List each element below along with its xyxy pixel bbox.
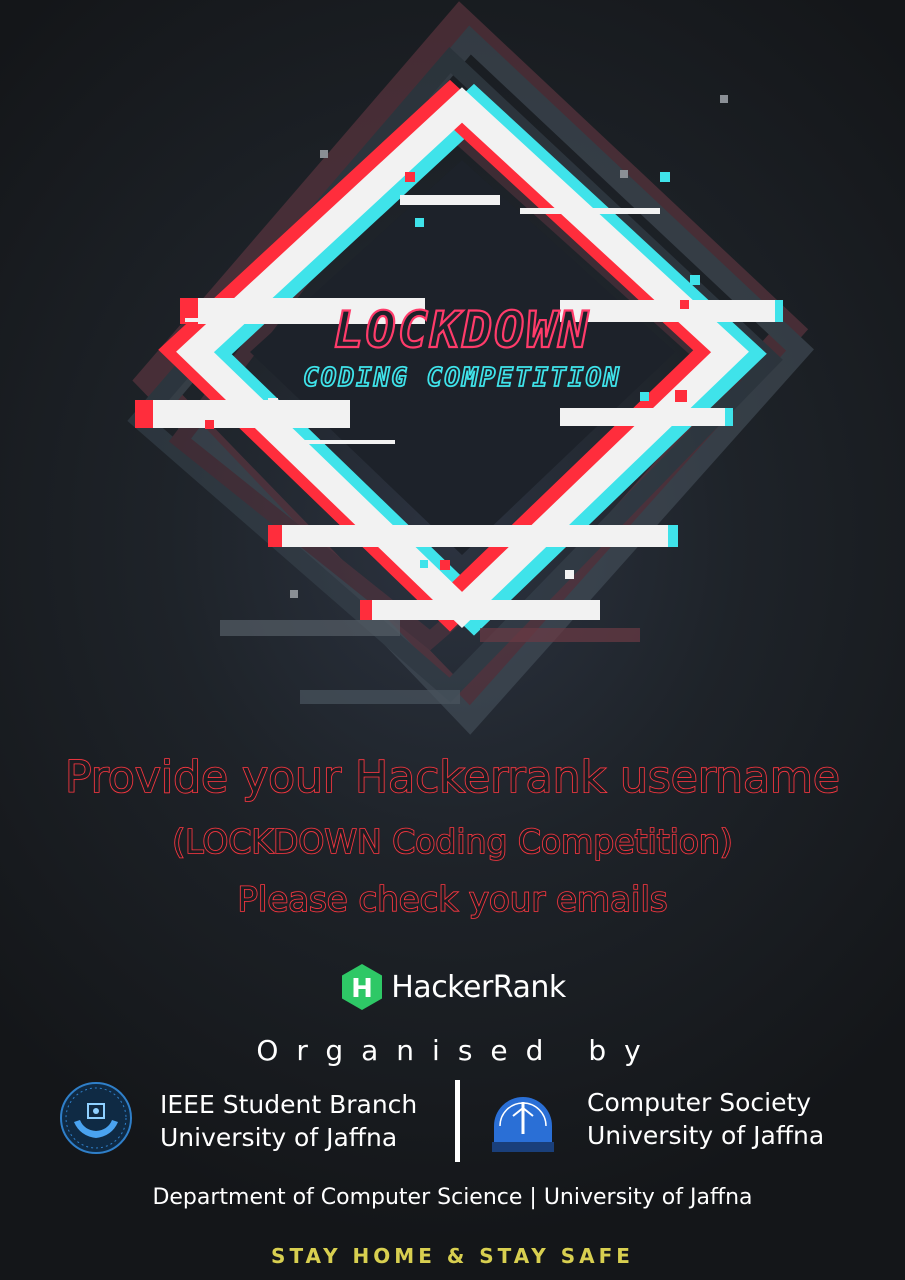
organizer-computer-society: Computer Society University of Jaffna	[587, 1086, 824, 1152]
organizer-divider	[455, 1080, 460, 1162]
subheadline: (LOCKDOWN Coding Competition)	[171, 821, 733, 862]
email-notice: Please check your emails	[237, 879, 669, 921]
ieee-hands-icon	[60, 1082, 132, 1154]
organizers-row: IEEE Student Branch University of Jaffna…	[0, 1078, 905, 1168]
organizer-ieee: IEEE Student Branch University of Jaffna	[160, 1088, 417, 1154]
headline: Provide your Hackerrank username	[64, 751, 841, 804]
organizer-ieee-line1: IEEE Student Branch	[160, 1090, 418, 1119]
hackerrank-logo-icon: H	[342, 964, 383, 1010]
hackerrank-brand: H HackerRank	[0, 962, 905, 1012]
logo-title: LOCKDOWN	[334, 301, 591, 359]
organizer-ieee-line2: University of Jaffna	[160, 1123, 398, 1152]
platform-name: HackerRank	[391, 969, 566, 1005]
organised-by-label: Organised by	[256, 1034, 659, 1067]
svg-text:H: H	[351, 974, 373, 1004]
organizer-cs-line2: University of Jaffna	[587, 1121, 825, 1150]
stay-safe-tagline: STAY HOME & STAY SAFE	[271, 1244, 634, 1268]
glitch-diamond-artwork: LOCKDOWN CODING COMPETITION	[127, 1, 814, 735]
logo-subtitle: CODING COMPETITION	[303, 363, 621, 393]
department-credit: Department of Computer Science | Univers…	[152, 1185, 753, 1210]
computer-society-seal-icon	[492, 1097, 554, 1152]
organizer-cs-line1: Computer Society	[587, 1088, 812, 1117]
